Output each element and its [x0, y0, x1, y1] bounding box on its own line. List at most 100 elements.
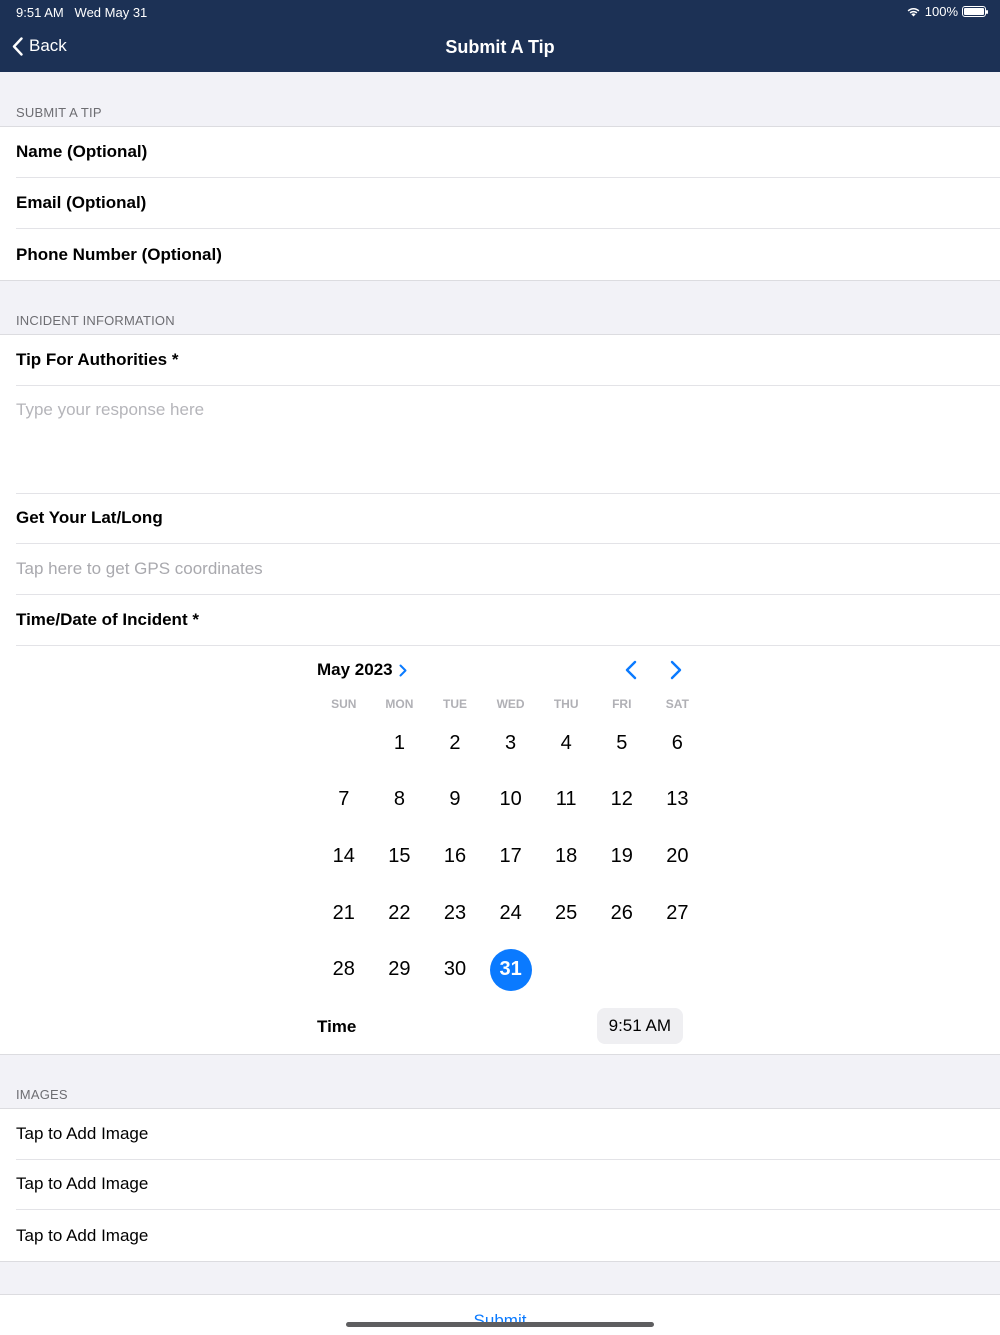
calendar-day-selected[interactable]: 31: [483, 941, 539, 998]
tip-textarea-container: [16, 386, 1000, 494]
calendar-day[interactable]: 6: [650, 715, 706, 772]
calendar-day-number: 22: [388, 901, 411, 924]
calendar-day-number: 11: [555, 788, 577, 811]
calendar-day-number: 27: [666, 901, 689, 924]
calendar-day[interactable]: 21: [316, 885, 372, 942]
date-picker: May 2023 SUN MON TUE WED THU FRI SAT 123456789…: [316, 655, 689, 998]
next-month-button[interactable]: [663, 657, 689, 683]
calendar-day[interactable]: 14: [316, 828, 372, 885]
status-date: Wed May 31: [74, 5, 148, 20]
calendar-day-number: 24: [499, 901, 522, 924]
calendar-day[interactable]: 29: [372, 941, 428, 998]
calendar-day[interactable]: 4: [538, 715, 594, 772]
submit-bar: Submit: [0, 1294, 1000, 1335]
calendar-day-number: 16: [443, 844, 467, 867]
calendar-day[interactable]: 19: [594, 828, 650, 885]
calendar-day-number: 28: [332, 958, 355, 981]
weekday-labels: SUN MON TUE WED THU FRI SAT: [316, 697, 689, 711]
weekday-label-fri: FRI: [612, 697, 632, 711]
calendar-day[interactable]: 8: [372, 772, 428, 829]
calendar-day-number: 19: [610, 844, 633, 867]
contact-group: Name (Optional) Email (Optional) Phone N…: [0, 126, 1000, 281]
home-indicator[interactable]: [346, 1322, 654, 1327]
calendar-day[interactable]: 5: [594, 715, 650, 772]
calendar-day[interactable]: 17: [483, 828, 539, 885]
calendar-day[interactable]: 25: [538, 885, 594, 942]
latlong-label: Get Your Lat/Long: [16, 493, 1000, 544]
tip-textarea[interactable]: [16, 386, 1000, 493]
calendar-day-number: 2: [449, 731, 461, 754]
status-clock: 9:51 AM: [16, 5, 64, 20]
battery-icon: [962, 6, 988, 17]
chevron-left-icon: [625, 660, 637, 680]
submit-button[interactable]: Submit: [0, 1311, 1000, 1331]
calendar-day-number: 6: [671, 731, 683, 754]
chevron-right-icon: [399, 664, 407, 676]
wifi-icon: [907, 7, 920, 17]
calendar-day[interactable]: 9: [427, 772, 483, 829]
calendar-day[interactable]: 16: [427, 828, 483, 885]
calendar-day-number: 25: [555, 901, 578, 924]
status-time: 9:51 AM Wed May 31: [16, 5, 147, 20]
status-indicators: 100%: [906, 4, 988, 19]
calendar-day[interactable]: 2: [427, 715, 483, 772]
calendar-day[interactable]: 22: [372, 885, 428, 942]
section-header-images: IMAGES: [16, 1087, 68, 1102]
add-image-button-2[interactable]: Tap to Add Image: [16, 1159, 1000, 1210]
time-row: Time 9:51 AM: [317, 1008, 683, 1044]
name-field[interactable]: Name (Optional): [16, 127, 1000, 178]
calendar-day-number: 31: [489, 948, 532, 991]
tip-label: Tip For Authorities *: [16, 335, 1000, 386]
previous-month-button[interactable]: [618, 657, 644, 683]
calendar-day[interactable]: 30: [427, 941, 483, 998]
images-group: Tap to Add Image Tap to Add Image Tap to…: [0, 1108, 1000, 1262]
datetime-label: Time/Date of Incident *: [16, 595, 1000, 646]
time-label: Time: [317, 1017, 357, 1036]
calendar-day[interactable]: 27: [650, 885, 706, 942]
calendar-day-number: 9: [449, 788, 461, 811]
chevron-right-icon: [670, 660, 682, 680]
calendar-day-number: 15: [388, 844, 411, 867]
calendar-day-number: 5: [616, 731, 628, 754]
calendar-day-number: 8: [393, 788, 405, 811]
weekday-label-mon: MON: [385, 697, 414, 711]
calendar-day-number: 29: [388, 958, 411, 981]
calendar-day-number: 4: [560, 731, 572, 754]
section-header-submit-tip: SUBMIT A TIP: [16, 105, 102, 120]
section-header-incident: INCIDENT INFORMATION: [16, 313, 175, 328]
weekday-label-sat: SAT: [665, 697, 689, 711]
calendar-day-number: 14: [332, 844, 355, 867]
calendar-day[interactable]: 3: [483, 715, 539, 772]
calendar-day[interactable]: 20: [650, 828, 706, 885]
calendar-day[interactable]: 10: [483, 772, 539, 829]
calendar-day-number: 30: [443, 958, 467, 981]
calendar-day[interactable]: 13: [650, 772, 706, 829]
calendar-day[interactable]: 24: [483, 885, 539, 942]
calendar-day-number: 13: [666, 788, 689, 811]
calendar-days-grid: 1 2 3 4 5 6 7 8 9 10 11 12 13 14 15 16 17 18 19 20 21 22 23 24 2…: [316, 715, 688, 998]
calendar-day[interactable]: 18: [538, 828, 594, 885]
weekday-label-tue: TUE: [442, 697, 467, 711]
calendar-day[interactable]: 12: [594, 772, 650, 829]
calendar-day-number: 12: [610, 788, 633, 811]
calendar-day[interactable]: 26: [594, 885, 650, 942]
email-field[interactable]: Email (Optional): [16, 178, 1000, 229]
calendar-day[interactable]: 1: [372, 715, 428, 772]
weekday-label-wed: WED: [496, 697, 525, 711]
calendar-day-number: 7: [338, 788, 350, 811]
phone-field[interactable]: Phone Number (Optional): [16, 229, 1000, 280]
calendar-day[interactable]: 11: [538, 772, 594, 829]
add-image-button-1[interactable]: Tap to Add Image: [16, 1109, 1000, 1160]
calendar-day-number: 3: [505, 731, 517, 754]
time-picker-button[interactable]: 9:51 AM: [596, 1008, 683, 1044]
calendar-header: May 2023: [316, 655, 686, 687]
calendar-day[interactable]: 28: [316, 941, 372, 998]
add-image-button-3[interactable]: Tap to Add Image: [16, 1210, 1000, 1261]
calendar-day[interactable]: 23: [427, 885, 483, 942]
calendar-day[interactable]: 7: [316, 772, 372, 829]
calendar-day-number: 23: [443, 901, 467, 924]
gps-coordinates-button[interactable]: Tap here to get GPS coordinates: [16, 544, 1000, 595]
calendar-day[interactable]: 15: [372, 828, 428, 885]
month-year-button[interactable]: May 2023: [317, 660, 407, 680]
calendar-day-number: 26: [610, 901, 633, 924]
